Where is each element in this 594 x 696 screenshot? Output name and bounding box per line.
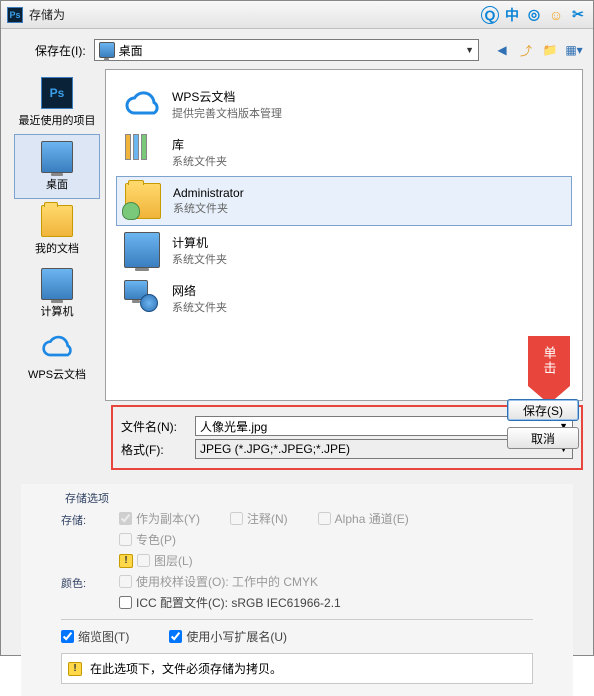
savein-value: 桌面 <box>119 42 143 59</box>
cancel-button[interactable]: 取消 <box>507 427 579 449</box>
network-icon <box>124 280 160 316</box>
checkbox-alpha[interactable]: Alpha 通道(E) <box>318 510 409 527</box>
sidebar-label: WPS云文档 <box>28 366 86 382</box>
sidebar-label: 最近使用的项目 <box>19 112 96 128</box>
savein-dropdown[interactable]: 桌面 ▼ <box>94 39 479 61</box>
up-icon[interactable]: ⤴ <box>517 41 535 59</box>
folder-icon <box>41 205 73 237</box>
file-item-admin[interactable]: Administrator系统文件夹 <box>116 176 572 226</box>
file-sub: 提供完善文档版本管理 <box>172 105 282 121</box>
sidebar-item-recent[interactable]: Ps 最近使用的项目 <box>14 71 100 134</box>
titlebar[interactable]: Ps 存储为 Q 中 ◎ ☺ ✂ <box>1 1 593 29</box>
overlay-toolbar: Q 中 ◎ ☺ ✂ <box>481 6 587 24</box>
checkbox-icc[interactable]: ICC 配置文件(C): sRGB IEC61966-2.1 <box>119 594 341 611</box>
back-icon[interactable]: ◀ <box>493 41 511 59</box>
color-label: 颜色: <box>61 573 109 591</box>
store-label: 存储: <box>61 510 109 528</box>
file-name: Administrator <box>173 186 244 200</box>
file-sub: 系统文件夹 <box>172 251 227 267</box>
filename-value: 人像光晕.jpg <box>200 418 267 435</box>
newfolder-icon[interactable]: 📁 <box>541 41 559 59</box>
cloud-icon <box>41 331 73 363</box>
sidebar-item-mydocs[interactable]: 我的文档 <box>14 199 100 262</box>
cloud-icon <box>124 86 160 122</box>
warning-icon: ! <box>119 554 133 568</box>
save-button[interactable]: 保存(S) <box>507 399 579 421</box>
warning-icon: ! <box>68 662 82 676</box>
recent-icon: Ps <box>41 77 73 109</box>
format-label: 格式(F): <box>121 441 185 458</box>
dialog-title: 存储为 <box>29 6 481 23</box>
checkbox-thumbnail[interactable]: 缩览图(T) <box>61 628 129 645</box>
file-name: 网络 <box>172 282 227 299</box>
savein-label: 保存在(I): <box>35 42 86 59</box>
library-icon <box>124 134 160 170</box>
file-sub: 系统文件夹 <box>172 299 227 315</box>
file-list[interactable]: WPS云文档提供完善文档版本管理 库系统文件夹 Administrator系统文… <box>105 69 583 401</box>
checkbox-proof[interactable]: 使用校样设置(O): 工作中的 CMYK <box>119 573 318 590</box>
sidebar-item-desktop[interactable]: 桌面 <box>14 134 100 199</box>
save-options-panel: 存储选项 存储: 作为副本(Y) 注释(N) Alpha 通道(E) 专色(P)… <box>21 484 573 696</box>
computer-icon <box>124 232 160 268</box>
dot-icon[interactable]: ◎ <box>525 6 543 24</box>
sidebar-label: 计算机 <box>41 303 74 319</box>
view-menu-icon[interactable]: ▦▾ <box>565 41 583 59</box>
file-item-wps[interactable]: WPS云文档提供完善文档版本管理 <box>116 80 572 128</box>
options-title: 存储选项 <box>61 488 573 508</box>
chevron-down-icon: ▼ <box>465 45 474 55</box>
sidebar-label: 桌面 <box>46 176 68 192</box>
file-item-computer[interactable]: 计算机系统文件夹 <box>116 226 572 274</box>
checkbox-copy[interactable]: 作为副本(Y) <box>119 510 200 527</box>
places-sidebar: Ps 最近使用的项目 桌面 我的文档 计算机 WPS云文档 <box>11 69 103 401</box>
file-sub: 系统文件夹 <box>173 200 244 216</box>
checkbox-notes[interactable]: 注释(N) <box>230 510 288 527</box>
sidebar-item-wps[interactable]: WPS云文档 <box>14 325 100 388</box>
file-name: WPS云文档 <box>172 88 282 105</box>
save-as-dialog: Ps 存储为 Q 中 ◎ ☺ ✂ 保存在(I): 桌面 ▼ ◀ ⤴ 📁 ▦▾ <box>0 0 594 656</box>
format-value: JPEG (*.JPG;*.JPEG;*.JPE) <box>200 442 350 456</box>
sidebar-item-computer[interactable]: 计算机 <box>14 262 100 325</box>
file-name: 计算机 <box>172 234 227 251</box>
sidebar-label: 我的文档 <box>35 240 79 256</box>
checkbox-layers[interactable]: 图层(L) <box>137 552 193 569</box>
checkbox-lowercase-ext[interactable]: 使用小写扩展名(U) <box>169 628 287 645</box>
user-icon[interactable]: Q <box>481 6 499 24</box>
file-item-library[interactable]: 库系统文件夹 <box>116 128 572 176</box>
zhong-icon[interactable]: 中 <box>503 6 521 24</box>
filename-label: 文件名(N): <box>121 418 185 435</box>
callout-text: 单击 <box>528 336 570 386</box>
scissors-icon[interactable]: ✂ <box>569 6 587 24</box>
info-message: ! 在此选项下，文件必须存储为拷贝。 <box>61 653 533 684</box>
file-name: 库 <box>172 136 227 153</box>
file-item-network[interactable]: 网络系统文件夹 <box>116 274 572 322</box>
file-sub: 系统文件夹 <box>172 153 227 169</box>
callout-arrow: 单击 <box>528 336 570 406</box>
info-text: 在此选项下，文件必须存储为拷贝。 <box>90 660 282 677</box>
user-folder-icon <box>125 183 161 219</box>
desktop-icon <box>41 141 73 173</box>
checkbox-spot[interactable]: 专色(P) <box>119 531 176 548</box>
desktop-icon <box>99 42 115 58</box>
smile-icon[interactable]: ☺ <box>547 6 565 24</box>
photoshop-icon: Ps <box>7 7 23 23</box>
computer-icon <box>41 268 73 300</box>
